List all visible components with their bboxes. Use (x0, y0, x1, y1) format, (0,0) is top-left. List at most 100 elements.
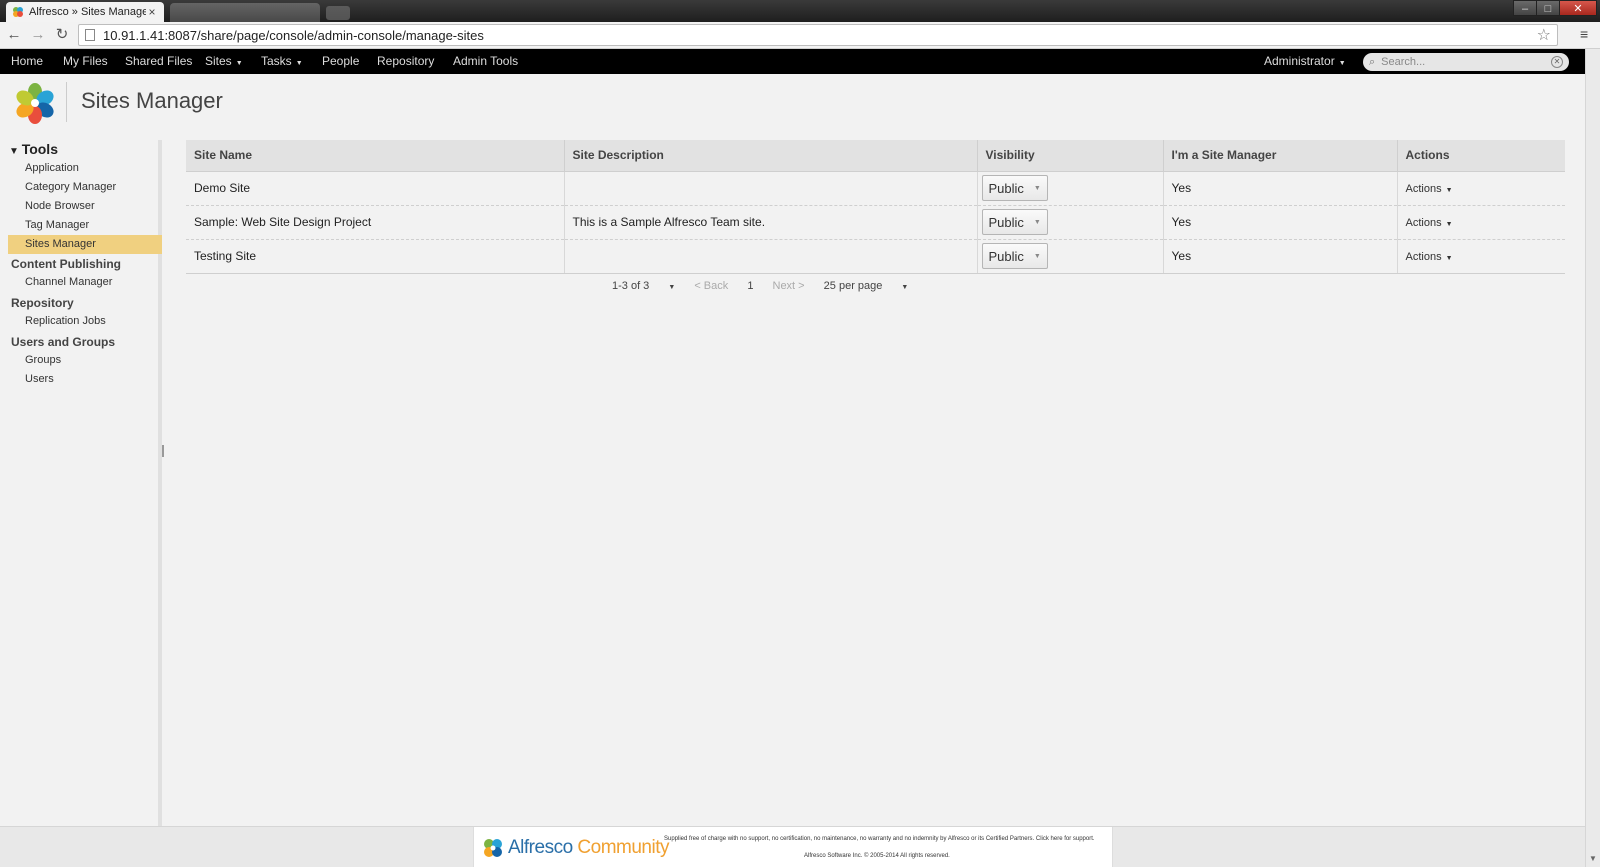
logo-divider (66, 82, 67, 122)
chevron-down-icon: ▼ (901, 284, 909, 291)
browser-tab-inactive[interactable] (170, 3, 320, 22)
triangle-down-icon: ▼ (9, 146, 22, 157)
browser-menu-icon[interactable]: ≡ (1580, 27, 1594, 41)
reload-icon[interactable]: ↻ (52, 25, 72, 45)
address-bar: ← → ↻ 10.91.1.41:8087/share/page/console… (0, 22, 1600, 49)
visibility-cell: Public ▼ (977, 171, 1164, 206)
nav-shared-files[interactable]: Shared Files (125, 49, 192, 74)
visibility-cell: Public ▼ (977, 205, 1164, 240)
sites-table: Site Name Site Description Visibility I'… (186, 140, 1565, 274)
sidebar-item-groups[interactable]: Groups (8, 351, 162, 370)
paginator-back-button[interactable]: < Back (694, 280, 728, 292)
back-arrow-icon[interactable]: ← (4, 25, 24, 45)
site-manager-cell: Yes (1163, 205, 1398, 240)
actions-menu-button[interactable]: Actions ▼ (1406, 217, 1453, 229)
paginator: 1-3 of 3 ▼ < Back 1 Next > 25 per page ▼ (612, 280, 924, 292)
column-header-site-name[interactable]: Site Name (186, 140, 565, 172)
sidebar-item-sites-manager[interactable]: Sites Manager (8, 235, 162, 254)
page-title: Sites Manager (81, 88, 223, 113)
actions-label: Actions (1405, 183, 1442, 195)
nav-sites[interactable]: Sites ▼ (205, 49, 243, 74)
chevron-down-icon: ▼ (235, 60, 243, 67)
tab-title: Alfresco » Sites Manager (29, 6, 146, 18)
nav-home[interactable]: Home (11, 49, 43, 74)
footer-support-notice[interactable]: Supplied free of charge with no support,… (664, 835, 1108, 844)
nav-my-files[interactable]: My Files (63, 49, 108, 74)
sidebar-section-content-publishing: Content Publishing (11, 257, 121, 271)
paginator-per-page[interactable]: 25 per page ▼ (824, 280, 909, 292)
site-manager-cell: Yes (1163, 239, 1398, 274)
user-menu-label: Administrator (1264, 54, 1335, 68)
scroll-down-icon[interactable]: ▼ (1588, 854, 1598, 863)
column-header-site-description[interactable]: Site Description (564, 140, 978, 172)
site-name-cell: Sample: Web Site Design Project (186, 205, 565, 240)
url-field[interactable]: 10.91.1.41:8087/share/page/console/admin… (78, 24, 1558, 46)
sidebar-item-category-manager[interactable]: Category Manager (8, 178, 162, 197)
table-row: Demo Site Public ▼ Yes Actions ▼ (186, 171, 1565, 206)
alfresco-favicon-icon (13, 7, 23, 17)
visibility-cell: Public ▼ (977, 239, 1164, 274)
chevron-down-icon: ▼ (1445, 187, 1453, 194)
visibility-select[interactable]: Public ▼ (981, 243, 1048, 269)
alfresco-logo-icon (484, 839, 502, 857)
chevron-down-icon: ▼ (1033, 252, 1041, 260)
main-content: Site Name Site Description Visibility I'… (166, 132, 1585, 826)
forward-arrow-icon[interactable]: → (28, 25, 48, 45)
paginator-next-button[interactable]: Next > (773, 280, 805, 292)
sidebar-section-tools[interactable]: ▼ Tools (9, 141, 58, 157)
table-row: Testing Site Public ▼ Yes Actions ▼ (186, 239, 1565, 274)
footer: Alfresco Community Supplied free of char… (473, 827, 1113, 867)
site-description-cell (564, 171, 978, 206)
column-header-visibility[interactable]: Visibility (977, 140, 1164, 172)
sidebar-item-application[interactable]: Application (8, 159, 162, 178)
nav-tasks[interactable]: Tasks ▼ (261, 49, 303, 74)
user-menu[interactable]: Administrator ▼ (1264, 49, 1346, 74)
table-header-row: Site Name Site Description Visibility I'… (186, 140, 1565, 172)
visibility-select[interactable]: Public ▼ (981, 175, 1048, 201)
browser-title-bar: Alfresco » Sites Manager × – □ ✕ (0, 0, 1600, 22)
paginator-range[interactable]: 1-3 of 3 ▼ (612, 280, 675, 292)
visibility-value: Public (988, 180, 1024, 196)
actions-label: Actions (1405, 217, 1442, 229)
footer-edition: Community (577, 837, 669, 858)
search-input[interactable]: ⌕ Search... ✕ (1363, 53, 1569, 71)
tools-title: Tools (21, 141, 58, 157)
sidebar-item-tag-manager[interactable]: Tag Manager (8, 216, 162, 235)
table-row: Sample: Web Site Design Project This is … (186, 205, 1565, 240)
url-text: 10.91.1.41:8087/share/page/console/admin… (103, 27, 484, 43)
alfresco-logo-icon (16, 83, 54, 124)
page-scrollbar[interactable]: ▼ (1585, 49, 1600, 867)
new-tab-button[interactable] (326, 6, 350, 20)
sidebar-resize-handle[interactable] (162, 445, 164, 457)
actions-cell: Actions ▼ (1397, 171, 1565, 206)
maximize-button[interactable]: □ (1536, 0, 1560, 16)
chevron-down-icon: ▼ (1445, 221, 1453, 228)
tab-close-icon[interactable]: × (146, 5, 158, 19)
close-window-button[interactable]: ✕ (1559, 0, 1597, 16)
paginator-page-number[interactable]: 1 (747, 280, 753, 292)
sidebar-item-channel-manager[interactable]: Channel Manager (8, 273, 162, 292)
clear-search-icon[interactable]: ✕ (1551, 56, 1563, 68)
browser-tab-active[interactable]: Alfresco » Sites Manager × (6, 2, 164, 22)
sidebar-section-users-and-groups: Users and Groups (11, 335, 116, 349)
sidebar-item-users[interactable]: Users (8, 370, 162, 389)
site-name-cell: Demo Site (186, 171, 565, 206)
nav-repository[interactable]: Repository (377, 49, 434, 74)
visibility-value: Public (988, 248, 1024, 264)
site-description-cell: This is a Sample Alfresco Team site. (564, 205, 978, 240)
minimize-button[interactable]: – (1513, 0, 1537, 16)
search-icon: ⌕ (1369, 55, 1376, 68)
sidebar-item-replication-jobs[interactable]: Replication Jobs (8, 312, 162, 331)
actions-menu-button[interactable]: Actions ▼ (1406, 183, 1453, 195)
nav-people[interactable]: People (322, 49, 359, 74)
footer-brand: Alfresco Community (508, 837, 669, 859)
column-header-site-manager[interactable]: I'm a Site Manager (1163, 140, 1398, 172)
nav-admin-tools[interactable]: Admin Tools (453, 49, 518, 74)
sidebar-section-repository: Repository (11, 296, 74, 310)
visibility-select[interactable]: Public ▼ (981, 209, 1048, 235)
footer-brand-name: Alfresco (508, 837, 573, 858)
sidebar-item-node-browser[interactable]: Node Browser (8, 197, 162, 216)
actions-menu-button[interactable]: Actions ▼ (1406, 251, 1453, 263)
paginator-range-label: 1-3 of 3 (612, 280, 650, 292)
bookmark-star-icon[interactable]: ☆ (1537, 25, 1551, 45)
